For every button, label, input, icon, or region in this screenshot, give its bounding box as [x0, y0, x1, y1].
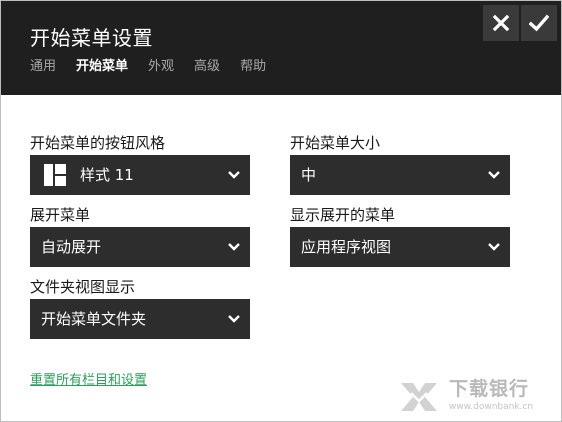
- tab-help[interactable]: 帮助: [240, 58, 266, 76]
- folder-view-dropdown[interactable]: 开始菜单文件夹: [30, 299, 250, 339]
- reset-all-settings-link[interactable]: 重置所有栏目和设置: [30, 372, 147, 390]
- expand-menu-dropdown[interactable]: 自动展开: [30, 227, 250, 267]
- expand-menu-label: 展开菜单: [30, 206, 91, 224]
- button-style-dropdown[interactable]: 样式 11: [30, 155, 250, 195]
- chevron-down-icon: [228, 171, 240, 179]
- show-expanded-value: 应用程序视图: [301, 238, 392, 256]
- tab-start-menu[interactable]: 开始菜单: [76, 58, 128, 76]
- folder-view-value: 开始菜单文件夹: [41, 310, 147, 328]
- folder-view-label: 文件夹视图显示: [30, 278, 136, 296]
- confirm-button[interactable]: [521, 5, 557, 41]
- chevron-down-icon: [488, 171, 500, 179]
- expand-menu-value: 自动展开: [41, 238, 102, 256]
- button-style-value: 样式 11: [80, 166, 134, 184]
- tab-general[interactable]: 通用: [30, 58, 56, 76]
- button-style-label: 开始菜单的按钮风格: [30, 134, 166, 152]
- downbank-logo-icon: [401, 383, 437, 411]
- close-x-icon: [492, 14, 510, 32]
- header-bar: 开始菜单设置 通用 开始菜单 外观 高级 帮助: [1, 1, 561, 95]
- window-title: 开始菜单设置: [30, 26, 153, 50]
- show-expanded-label: 显示展开的菜单: [290, 206, 396, 224]
- start-menu-settings-window: 开始菜单设置 通用 开始菜单 外观 高级 帮助 开始菜单的按钮风格 样式 11: [0, 0, 562, 422]
- chevron-down-icon: [228, 315, 240, 323]
- menu-size-value: 中: [301, 166, 317, 184]
- show-expanded-dropdown[interactable]: 应用程序视图: [290, 227, 510, 267]
- tab-appearance[interactable]: 外观: [148, 58, 174, 76]
- menu-size-label: 开始菜单大小: [290, 134, 381, 152]
- tab-bar: 通用 开始菜单 外观 高级 帮助: [30, 58, 266, 76]
- chevron-down-icon: [488, 243, 500, 251]
- tile-layout-icon: [44, 164, 66, 186]
- tab-advanced[interactable]: 高级: [194, 58, 220, 76]
- watermark-url: www.downbank.cn: [449, 402, 534, 412]
- watermark-text: 下载银行: [449, 378, 530, 400]
- menu-size-dropdown[interactable]: 中: [290, 155, 510, 195]
- chevron-down-icon: [228, 243, 240, 251]
- checkmark-icon: [529, 14, 549, 32]
- downbank-watermark: 下载银行 www.downbank.cn: [397, 377, 547, 417]
- close-button[interactable]: [483, 5, 519, 41]
